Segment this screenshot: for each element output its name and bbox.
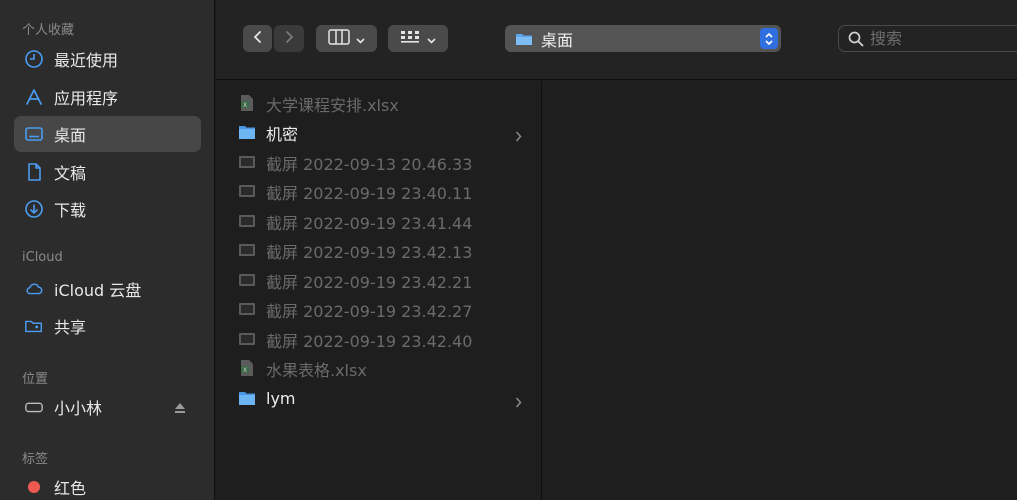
sidebar-item-label: 红色	[54, 479, 87, 498]
path-popup[interactable]: 桌面	[505, 25, 781, 52]
sidebar-item-label: 应用程序	[54, 89, 119, 108]
section-locations-label: 位置	[22, 372, 49, 387]
sidebar-item-desktop[interactable]: 桌面	[14, 116, 201, 152]
list-item[interactable]: 截屏 2022-09-19 23.42.13	[216, 236, 542, 265]
chevron-right-icon	[284, 29, 294, 48]
file-name: 机密	[266, 124, 299, 144]
sidebar-item-label: 小小林	[54, 399, 103, 418]
excel-file-icon: X	[238, 94, 256, 112]
excel-file-icon: X	[238, 359, 256, 377]
tag-dot-wrap	[24, 477, 44, 497]
chevron-down-icon	[427, 29, 436, 48]
screenshot-file-icon	[238, 330, 256, 348]
sidebar-item-label: 文稿	[54, 164, 87, 183]
chevron-right-icon	[515, 127, 522, 146]
list-item[interactable]: 截屏 2022-09-19 23.40.11	[216, 177, 542, 206]
sidebar-item-shared[interactable]: 共享	[14, 308, 201, 344]
search-input[interactable]	[870, 29, 1017, 48]
section-tags-label: 标签	[22, 452, 49, 467]
file-name: 截屏 2022-09-19 23.42.13	[266, 242, 473, 262]
file-name: 截屏 2022-09-19 23.42.27	[266, 301, 473, 321]
shared-folder-icon	[24, 316, 44, 336]
sidebar-item-recents[interactable]: 最近使用	[14, 41, 201, 77]
screenshot-file-icon	[238, 300, 256, 318]
sidebar-item-label: iCloud 云盘	[54, 281, 142, 300]
list-item[interactable]: 截屏 2022-09-19 23.42.27	[216, 295, 542, 324]
toolbar: 桌面	[216, 0, 1017, 80]
path-label: 桌面	[541, 30, 574, 50]
back-button[interactable]	[243, 25, 272, 52]
desktop-icon	[24, 124, 44, 144]
sidebar-item-label: 最近使用	[54, 51, 119, 70]
sidebar: 个人收藏 最近使用 应用程序 桌面 文稿 下载 iCloud iCloud 云盘…	[0, 0, 215, 500]
search-icon	[848, 31, 864, 47]
red-tag-dot-icon	[28, 481, 40, 493]
section-icloud-label: iCloud	[22, 250, 63, 265]
columns-view-icon	[328, 28, 350, 49]
forward-button[interactable]	[274, 25, 304, 52]
apps-icon	[24, 87, 44, 107]
svg-text:X: X	[243, 367, 247, 374]
list-item[interactable]: 截屏 2022-09-19 23.42.40	[216, 325, 542, 354]
screenshot-file-icon	[238, 241, 256, 259]
list-item[interactable]: X 大学课程安排.xlsx	[216, 89, 542, 118]
document-icon	[24, 162, 44, 182]
file-name: 截屏 2022-09-13 20.46.33	[266, 154, 473, 174]
eject-icon[interactable]	[173, 400, 187, 419]
file-name: 截屏 2022-09-19 23.40.11	[266, 183, 473, 203]
folder-icon	[515, 32, 533, 46]
file-name: 大学课程安排.xlsx	[266, 95, 399, 115]
list-item[interactable]: X 水果表格.xlsx	[216, 354, 542, 383]
screenshot-file-icon	[238, 153, 256, 171]
sidebar-item-label: 共享	[54, 318, 87, 337]
grid-icon	[400, 29, 420, 48]
section-favorites-label: 个人收藏	[22, 23, 75, 38]
list-item[interactable]: 截屏 2022-09-19 23.41.44	[216, 207, 542, 236]
sidebar-item-downloads[interactable]: 下载	[14, 191, 201, 227]
clock-icon	[24, 49, 44, 69]
screenshot-file-icon	[238, 212, 256, 230]
sidebar-item-drive[interactable]: 小小林	[14, 389, 201, 425]
list-item[interactable]: 截屏 2022-09-13 20.46.33	[216, 148, 542, 177]
folder-icon	[238, 389, 256, 407]
view-mode-button[interactable]	[316, 25, 377, 52]
sidebar-item-icloud-drive[interactable]: iCloud 云盘	[14, 271, 201, 307]
chevron-left-icon	[253, 29, 263, 48]
list-item[interactable]: 机密	[216, 118, 542, 147]
sidebar-item-label: 下载	[54, 201, 87, 220]
file-name: 截屏 2022-09-19 23.41.44	[266, 213, 473, 233]
sidebar-item-applications[interactable]: 应用程序	[14, 79, 201, 115]
list-item[interactable]: lym	[216, 384, 542, 413]
sidebar-item-documents[interactable]: 文稿	[14, 154, 201, 190]
sidebar-item-tag-red[interactable]: 红色	[14, 469, 201, 500]
preview-column	[543, 81, 1017, 500]
file-name: 水果表格.xlsx	[266, 360, 367, 380]
list-item[interactable]: 截屏 2022-09-19 23.42.21	[216, 266, 542, 295]
screenshot-file-icon	[238, 271, 256, 289]
chevron-right-icon	[515, 393, 522, 412]
drive-icon	[24, 397, 44, 417]
search-field[interactable]	[838, 25, 1017, 52]
file-name: 截屏 2022-09-19 23.42.21	[266, 272, 473, 292]
file-name: lym	[266, 389, 296, 408]
file-name: 截屏 2022-09-19 23.42.40	[266, 331, 473, 351]
download-icon	[24, 199, 44, 219]
sidebar-item-label: 桌面	[54, 126, 87, 145]
updown-chevron-icon	[760, 28, 778, 49]
chevron-down-icon	[356, 29, 365, 48]
svg-text:X: X	[243, 102, 247, 109]
file-column: X 大学课程安排.xlsx 机密 截屏 2022-09-13 20.46.33 …	[216, 81, 542, 500]
folder-icon	[238, 123, 256, 141]
screenshot-file-icon	[238, 182, 256, 200]
cloud-icon	[24, 279, 44, 299]
group-button[interactable]	[388, 25, 448, 52]
